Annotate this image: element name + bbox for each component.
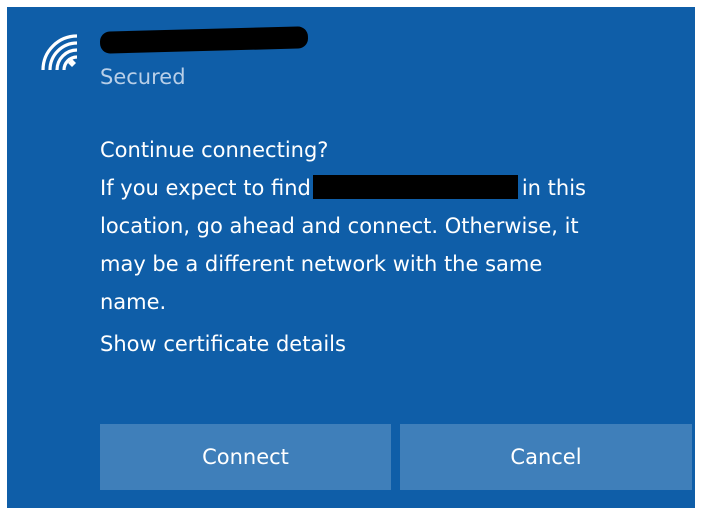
message-question: Continue connecting? [100,138,329,162]
cancel-button[interactable]: Cancel [400,424,692,490]
wifi-secured-icon [41,34,78,71]
wifi-connect-panel: Secured Continue connecting? If you expe… [7,7,695,508]
network-name-redacted-inline [312,175,518,199]
network-status: Secured [100,65,186,89]
message-line-4: name. [100,290,167,314]
network-name-redacted [99,26,309,54]
message-line-1: If you expect to find in this [100,169,680,207]
connection-message: Continue connecting? If you expect to fi… [100,131,680,321]
show-certificate-details-link[interactable]: Show certificate details [100,325,346,363]
message-line-1-end: in this [521,176,586,200]
message-line-1-start: If you expect to find [100,176,311,200]
message-line-3: may be a different network with the same [100,252,543,276]
connect-button[interactable]: Connect [100,424,391,490]
message-line-2: location, go ahead and connect. Otherwis… [100,214,579,238]
